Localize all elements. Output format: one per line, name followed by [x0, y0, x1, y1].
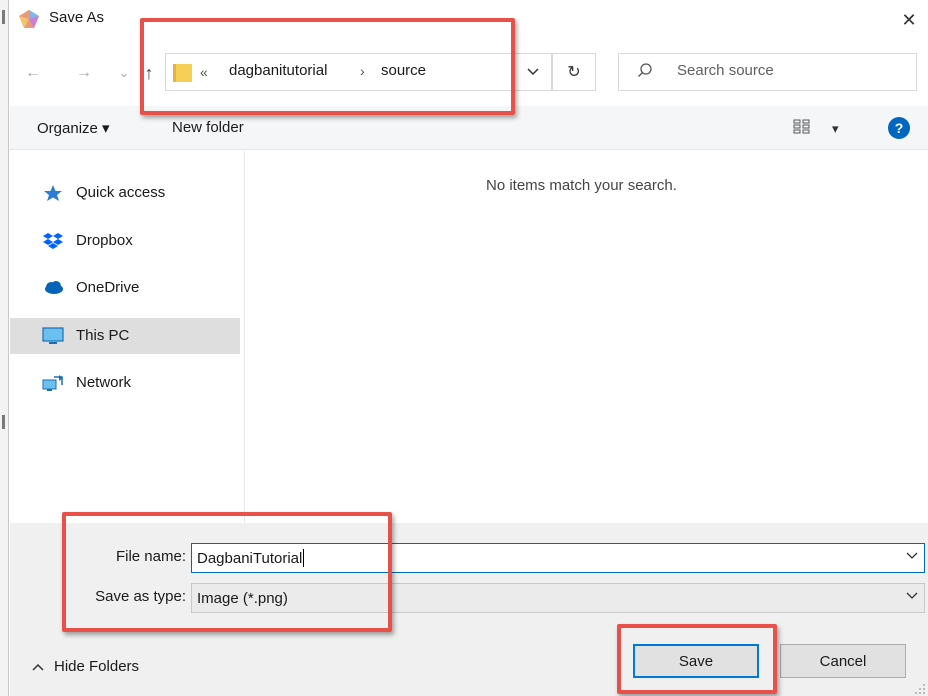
sidebar-item-label: This PC: [76, 327, 130, 344]
sidebar-item-dropbox[interactable]: Dropbox: [10, 223, 240, 259]
save-as-type-label: Save as type:: [95, 588, 186, 605]
cloud-icon: [45, 281, 63, 294]
save-button[interactable]: Save: [633, 644, 759, 678]
chevron-up-icon: [32, 663, 44, 671]
background-window-edge: [0, 0, 9, 696]
cancel-button[interactable]: Cancel: [780, 644, 906, 678]
help-icon[interactable]: ?: [888, 117, 910, 139]
chevron-down-icon: [527, 68, 539, 76]
search-input[interactable]: Search source: [677, 62, 774, 79]
edge-mark: [2, 415, 5, 429]
sidebar-item-label: Dropbox: [76, 232, 133, 249]
folder-icon: [173, 64, 192, 82]
organize-button[interactable]: Organize ▾: [37, 119, 110, 137]
command-toolbar: [10, 106, 928, 150]
network-icon: [42, 375, 63, 391]
window-title: Save As: [49, 9, 105, 26]
recent-locations-button[interactable]: ⌄: [111, 60, 137, 86]
title-bar: [10, 0, 928, 42]
sidebar-item-label: OneDrive: [76, 279, 140, 296]
new-folder-button[interactable]: New folder: [172, 119, 244, 136]
close-icon: ✕: [901, 9, 917, 30]
forward-arrow-icon: →: [76, 64, 92, 81]
view-options-icon[interactable]: [793, 119, 811, 135]
edge-mark: [2, 10, 5, 24]
dropbox-icon: [43, 233, 63, 249]
hide-folders-button[interactable]: Hide Folders: [32, 658, 139, 675]
monitor-icon: [42, 327, 64, 344]
address-history-dropdown[interactable]: [515, 53, 552, 91]
chevron-down-icon: ⌄: [118, 65, 130, 80]
breadcrumb-item[interactable]: dagbanitutorial: [229, 62, 327, 79]
refresh-icon: ↻: [567, 64, 581, 81]
save-as-type-select[interactable]: Image (*.png): [191, 583, 925, 613]
pane-divider[interactable]: [244, 151, 245, 523]
forward-button[interactable]: →: [71, 60, 97, 86]
close-button[interactable]: ✕: [890, 2, 928, 38]
file-name-label: File name:: [115, 548, 186, 565]
empty-folder-message: No items match your search.: [486, 177, 677, 194]
resize-grip-icon[interactable]: [914, 683, 926, 695]
file-name-value: DagbaniTutorial: [197, 549, 303, 567]
star-icon: [44, 185, 62, 201]
back-arrow-icon: ←: [25, 64, 41, 81]
refresh-button[interactable]: ↻: [552, 53, 596, 91]
up-button[interactable]: ↑: [136, 60, 162, 86]
breadcrumb-separator-icon: ›: [360, 63, 365, 79]
sidebar-item-this-pc[interactable]: This PC: [10, 318, 240, 354]
back-button[interactable]: ←: [20, 60, 46, 86]
address-bar[interactable]: [165, 53, 550, 91]
chevron-down-icon: [906, 592, 918, 599]
overflow-chevron-icon[interactable]: «: [200, 64, 208, 80]
sidebar-item-label: Network: [76, 374, 132, 391]
breadcrumb-item[interactable]: source: [381, 62, 426, 79]
up-arrow-icon: ↑: [144, 62, 154, 83]
sidebar-item-onedrive[interactable]: OneDrive: [10, 270, 240, 306]
text-caret: [303, 549, 305, 567]
file-name-input[interactable]: DagbaniTutorial: [191, 543, 925, 573]
chevron-down-icon[interactable]: [906, 552, 918, 560]
view-dropdown-icon[interactable]: ▾: [832, 121, 839, 137]
sidebar-item-quick-access[interactable]: Quick access: [10, 175, 240, 211]
sidebar-item-network[interactable]: Network: [10, 365, 240, 401]
search-icon: [638, 63, 652, 77]
sidebar-item-label: Quick access: [76, 184, 166, 201]
hide-folders-label: Hide Folders: [54, 658, 140, 675]
app-icon: [19, 10, 39, 28]
save-as-type-value: Image (*.png): [197, 589, 288, 607]
